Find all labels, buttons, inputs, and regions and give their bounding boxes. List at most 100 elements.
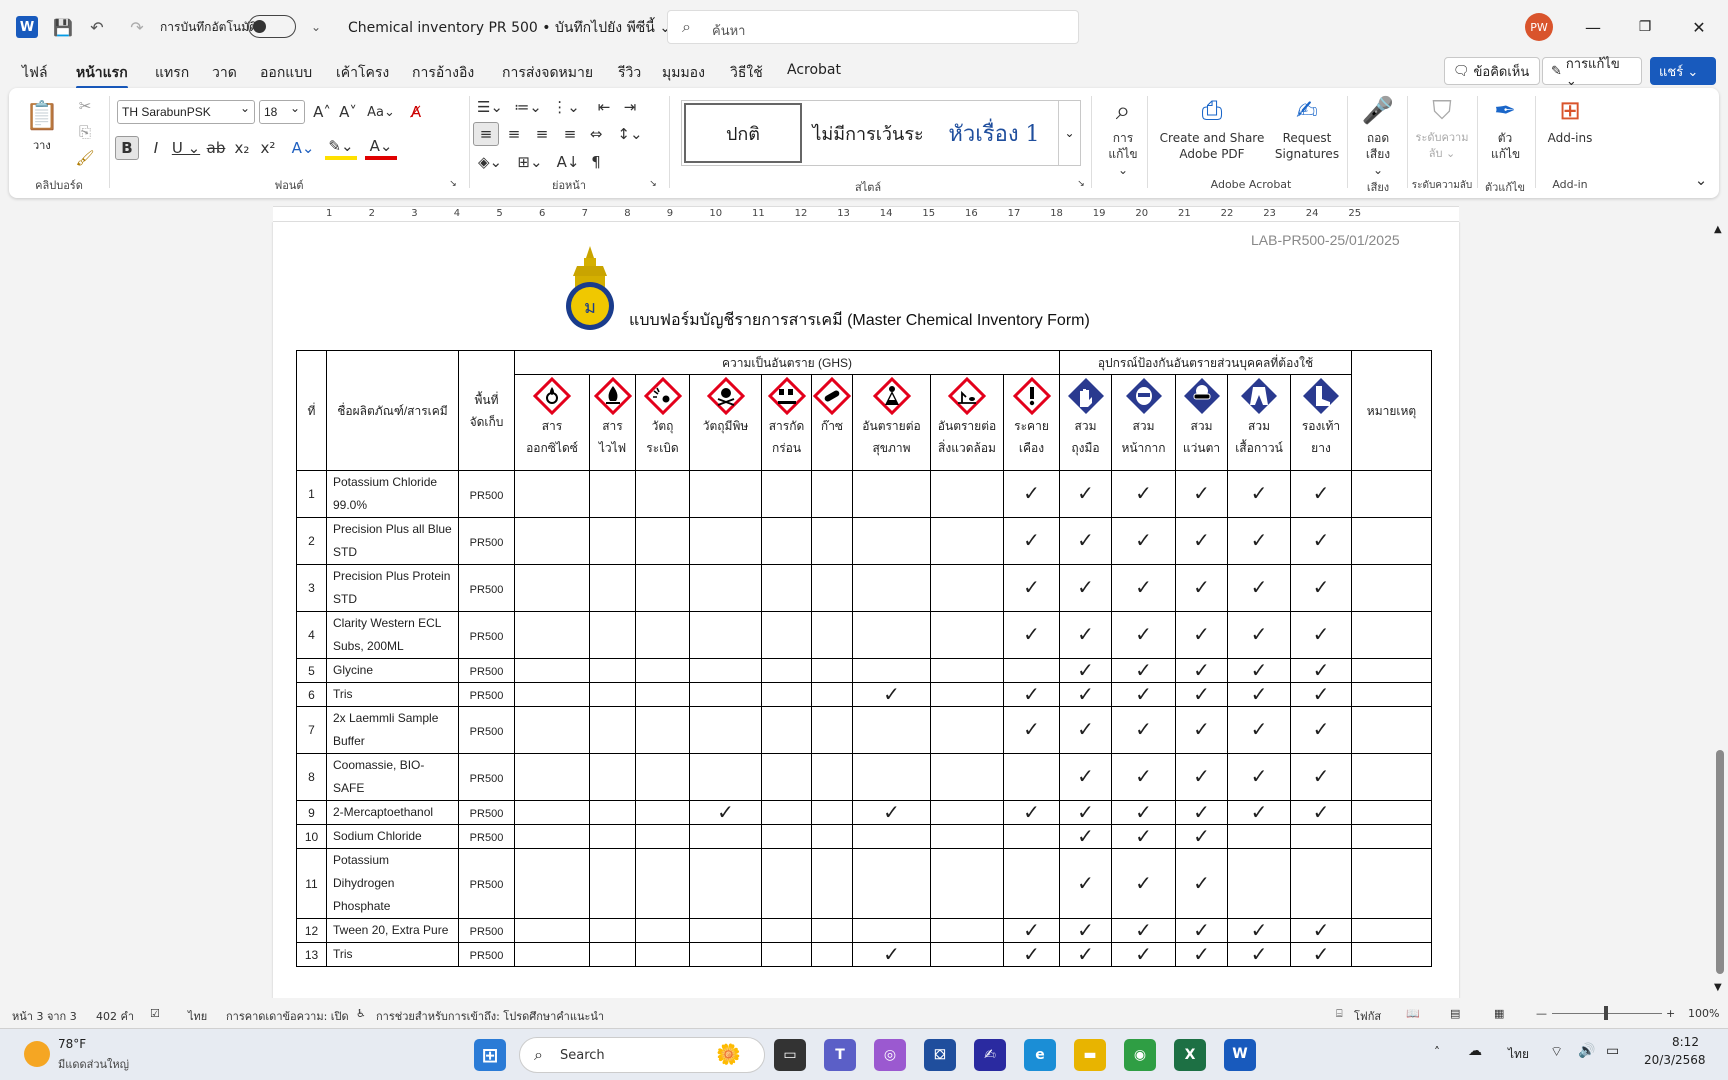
check-mark-icon[interactable]: ✓ xyxy=(1175,658,1228,683)
cell-empty[interactable] xyxy=(514,682,590,707)
cell-storage[interactable]: PR500 xyxy=(458,706,515,754)
cell-empty[interactable] xyxy=(1227,848,1291,919)
bold-icon[interactable]: B xyxy=(115,136,139,160)
minimize-icon[interactable]: — xyxy=(1578,14,1608,40)
paste-icon[interactable]: 📋 xyxy=(25,96,60,134)
check-mark-icon[interactable]: ✓ xyxy=(1175,918,1228,943)
weather-desc[interactable]: มีแดดส่วนใหญ่ xyxy=(58,1055,129,1073)
cell-empty[interactable] xyxy=(689,611,762,659)
check-mark-icon[interactable]: ✓ xyxy=(1175,824,1228,849)
cell-no[interactable]: 10 xyxy=(296,824,327,849)
cell-empty[interactable] xyxy=(589,824,636,849)
cell-name[interactable]: Tris xyxy=(326,682,459,707)
cell-empty[interactable] xyxy=(852,848,931,919)
tab-view[interactable]: มุมมอง xyxy=(662,62,705,84)
check-mark-icon[interactable]: ✓ xyxy=(1175,682,1228,707)
document-page[interactable]: LAB-PR500-25/01/2025 ม แบบฟอร์มบัญชีรายก… xyxy=(273,222,1459,998)
cell-no[interactable]: 8 xyxy=(296,753,327,801)
cell-empty[interactable] xyxy=(761,611,812,659)
cell-name[interactable]: Tween 20, Extra Pure xyxy=(326,918,459,943)
tab-help[interactable]: วิธีใช้ xyxy=(730,62,763,84)
check-mark-icon[interactable]: ✓ xyxy=(1227,942,1291,967)
cell-empty[interactable] xyxy=(930,918,1004,943)
sensitivity-button[interactable]: ⛉ ระดับความ ลับ ⌄ xyxy=(1409,92,1475,162)
read-mode-icon[interactable]: 📖 xyxy=(1406,1007,1420,1020)
file-explorer-icon[interactable]: ▬ xyxy=(1074,1039,1106,1071)
tab-home[interactable]: หน้าแรก xyxy=(76,62,128,89)
cell-name[interactable]: Glycine xyxy=(326,658,459,683)
check-mark-icon[interactable]: ✓ xyxy=(1290,942,1352,967)
cell-no[interactable]: 9 xyxy=(296,800,327,825)
tab-insert[interactable]: แทรก xyxy=(155,62,189,84)
check-mark-icon[interactable]: ✓ xyxy=(1227,918,1291,943)
cell-empty[interactable] xyxy=(689,658,762,683)
check-mark-icon[interactable]: ✓ xyxy=(1059,682,1112,707)
tab-layout[interactable]: เค้าโครง xyxy=(336,62,389,84)
cell-empty[interactable] xyxy=(689,682,762,707)
cell-empty[interactable] xyxy=(589,706,636,754)
justify-icon[interactable]: ≡ xyxy=(559,122,581,146)
share-button[interactable]: แชร์ ⌄ xyxy=(1650,57,1716,85)
check-mark-icon[interactable]: ✓ xyxy=(1003,706,1060,754)
check-mark-icon[interactable]: ✓ xyxy=(1111,824,1176,849)
cell-empty[interactable] xyxy=(589,470,636,518)
zoom-in-icon[interactable]: + xyxy=(1666,1007,1675,1020)
cell-empty[interactable] xyxy=(635,658,690,683)
check-mark-icon[interactable]: ✓ xyxy=(1059,918,1112,943)
shading-icon[interactable]: ◈⌄ xyxy=(473,150,507,174)
paste-label[interactable]: วาง xyxy=(33,136,51,154)
check-mark-icon[interactable]: ✓ xyxy=(1227,658,1291,683)
cell-empty[interactable] xyxy=(589,658,636,683)
proofing-icon[interactable]: ☑ xyxy=(150,1007,160,1020)
cell-no[interactable]: 7 xyxy=(296,706,327,754)
cell-no[interactable]: 13 xyxy=(296,942,327,967)
dictate-button[interactable]: 🎤 ถอด เสียง ⌄ xyxy=(1351,92,1405,178)
cell-empty[interactable] xyxy=(811,682,853,707)
check-mark-icon[interactable]: ✓ xyxy=(1059,942,1112,967)
cell-remarks[interactable] xyxy=(1351,848,1432,919)
check-mark-icon[interactable]: ✓ xyxy=(1227,706,1291,754)
cell-empty[interactable] xyxy=(930,470,1004,518)
shrink-font-icon[interactable]: A˅ xyxy=(337,100,359,124)
cell-storage[interactable]: PR500 xyxy=(458,564,515,612)
font-size-box[interactable]: 18 xyxy=(259,100,305,124)
zoom-slider-thumb[interactable] xyxy=(1604,1006,1608,1020)
align-center-icon[interactable]: ≡ xyxy=(503,122,525,146)
cell-empty[interactable] xyxy=(514,611,590,659)
cell-empty[interactable] xyxy=(635,611,690,659)
cell-empty[interactable] xyxy=(1003,824,1060,849)
check-mark-icon[interactable]: ✓ xyxy=(852,682,931,707)
cell-empty[interactable] xyxy=(930,517,1004,565)
check-mark-icon[interactable]: ✓ xyxy=(689,800,762,825)
cell-storage[interactable]: PR500 xyxy=(458,918,515,943)
addins-button[interactable]: ⊞ Add-ins xyxy=(1539,92,1601,146)
italic-icon[interactable]: I xyxy=(145,136,167,160)
cell-empty[interactable] xyxy=(635,682,690,707)
cell-no[interactable]: 6 xyxy=(296,682,327,707)
cell-storage[interactable]: PR500 xyxy=(458,848,515,919)
cell-empty[interactable] xyxy=(514,918,590,943)
check-mark-icon[interactable]: ✓ xyxy=(1003,564,1060,612)
cell-name[interactable]: Clarity Western ECL Subs, 200ML xyxy=(326,611,459,659)
check-mark-icon[interactable]: ✓ xyxy=(1003,682,1060,707)
check-mark-icon[interactable]: ✓ xyxy=(1059,517,1112,565)
cell-empty[interactable] xyxy=(811,658,853,683)
tab-references[interactable]: การอ้างอิง xyxy=(412,62,474,84)
check-mark-icon[interactable]: ✓ xyxy=(1290,470,1352,518)
check-mark-icon[interactable]: ✓ xyxy=(1175,706,1228,754)
subscript-icon[interactable]: x₂ xyxy=(231,136,253,160)
font-color-icon[interactable]: A⌄ xyxy=(365,136,397,160)
autosave-toggle[interactable] xyxy=(248,15,296,38)
style-normal[interactable]: ปกติ xyxy=(684,103,802,163)
cell-storage[interactable]: PR500 xyxy=(458,824,515,849)
cell-no[interactable]: 4 xyxy=(296,611,327,659)
cell-empty[interactable] xyxy=(689,564,762,612)
check-mark-icon[interactable]: ✓ xyxy=(1111,918,1176,943)
copy-icon[interactable]: ⎘ xyxy=(75,122,95,142)
cell-empty[interactable] xyxy=(689,942,762,967)
cell-empty[interactable] xyxy=(811,918,853,943)
check-mark-icon[interactable]: ✓ xyxy=(852,942,931,967)
tab-mailings[interactable]: การส่งจดหมาย xyxy=(502,62,593,84)
check-mark-icon[interactable]: ✓ xyxy=(1227,470,1291,518)
cell-empty[interactable] xyxy=(811,706,853,754)
